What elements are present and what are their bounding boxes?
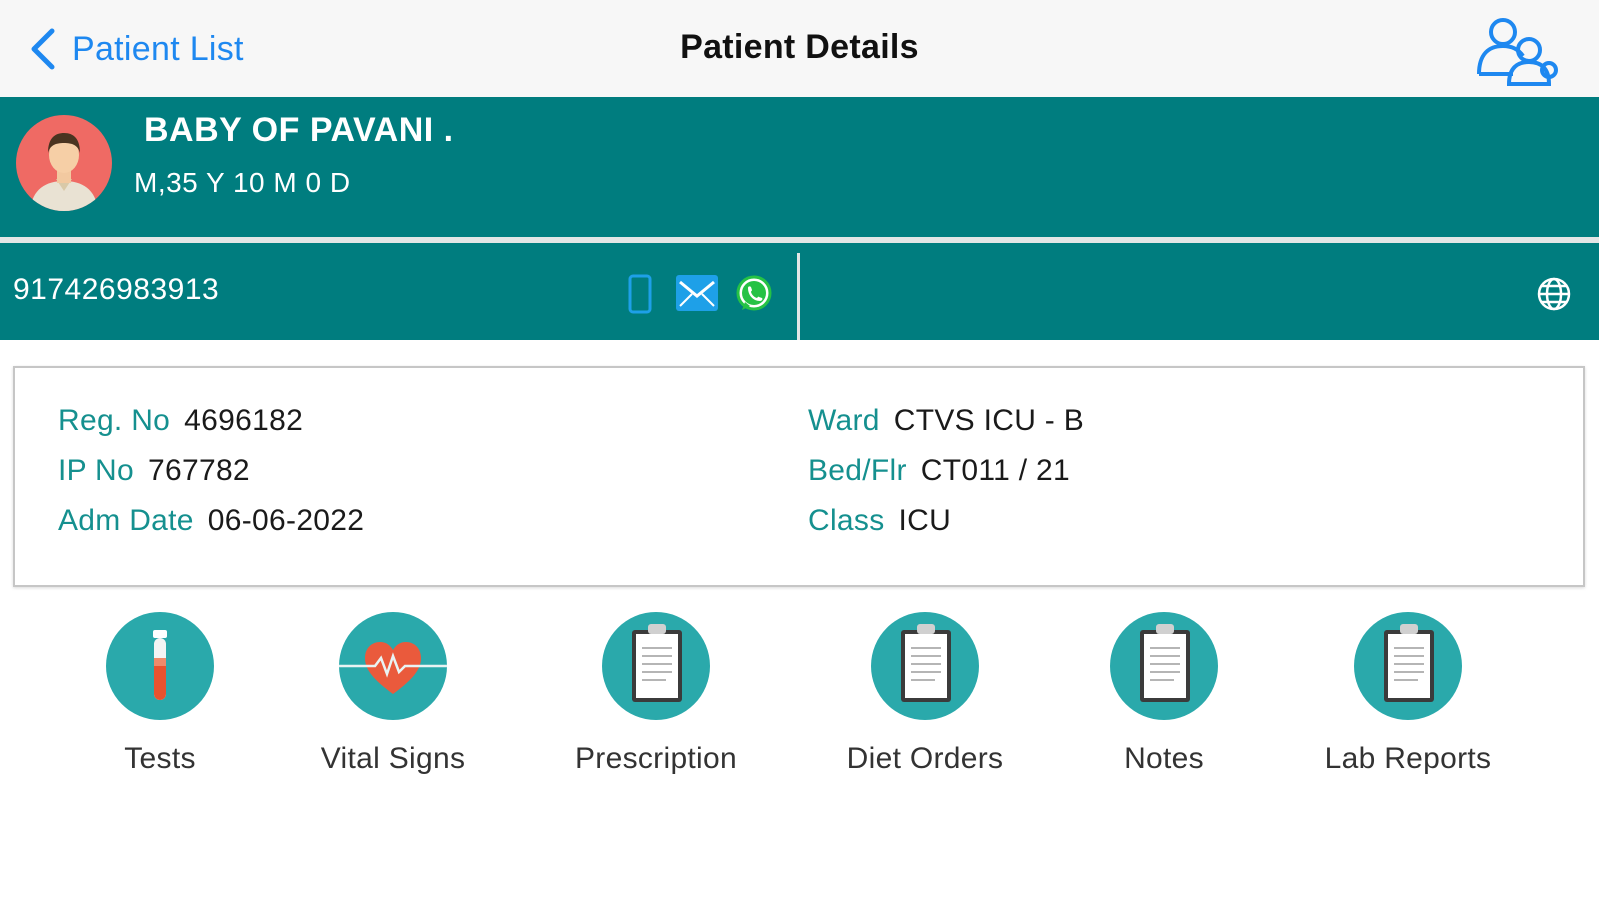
diet-orders-button[interactable]: Diet Orders <box>825 612 1025 776</box>
contact-divider <box>797 253 800 340</box>
patient-age-sex: M,35 Y 10 M 0 D <box>134 167 351 198</box>
patient-header: BABY OF PAVANI . M,35 Y 10 M 0 D <box>0 97 1599 237</box>
adm-date-row: Adm Date 06-06-2022 <box>58 504 364 538</box>
email-icon[interactable] <box>675 273 719 313</box>
tests-label: Tests <box>124 742 196 775</box>
diet-orders-label: Diet Orders <box>846 742 1004 775</box>
admission-info-card: Reg. No 4696182 IP No 767782 Adm Date 06-06… <box>13 366 1585 587</box>
globe-icon[interactable] <box>1536 276 1572 312</box>
vital-signs-button[interactable]: Vital Signs <box>293 612 493 776</box>
lab-reports-button[interactable]: Lab Reports <box>1308 612 1508 776</box>
reg-no-row: Reg. No 4696182 <box>58 404 303 438</box>
ip-no-value: 767782 <box>148 454 250 487</box>
clipboard-icon <box>602 612 710 720</box>
lab-reports-label: Lab Reports <box>1324 742 1492 775</box>
bed-row: Bed/Flr CT011 / 21 <box>808 454 1070 488</box>
clipboard-icon <box>1354 612 1462 720</box>
test-tube-icon <box>106 612 214 720</box>
users-icon[interactable] <box>1473 14 1559 86</box>
patient-name: BABY OF PAVANI . <box>144 111 454 149</box>
ward-value: CTVS ICU - B <box>893 404 1085 437</box>
contact-strip: 917426983913 <box>0 243 1599 340</box>
adm-date-label: Adm Date <box>58 504 194 537</box>
person-avatar-icon <box>30 133 98 211</box>
class-value: ICU <box>898 504 952 537</box>
tests-button[interactable]: Tests <box>60 612 260 776</box>
whatsapp-icon[interactable] <box>734 274 774 314</box>
ward-label: Ward <box>808 404 880 437</box>
class-label: Class <box>808 504 885 537</box>
mobile-icon[interactable] <box>627 274 653 314</box>
clipboard-icon <box>871 612 979 720</box>
prescription-label: Prescription <box>575 742 737 775</box>
patient-avatar <box>16 115 112 211</box>
clipboard-icon <box>1110 612 1218 720</box>
vital-signs-label: Vital Signs <box>320 742 466 775</box>
class-row: Class ICU <box>808 504 951 538</box>
nav-bar: Patient List Patient Details <box>0 0 1599 97</box>
phone-number: 917426983913 <box>13 273 220 306</box>
page-title: Patient Details <box>680 28 919 66</box>
notes-label: Notes <box>1124 742 1204 775</box>
ip-no-label: IP No <box>58 454 134 487</box>
ward-row: Ward CTVS ICU - B <box>808 404 1084 438</box>
adm-date-value: 06-06-2022 <box>207 504 365 537</box>
notes-button[interactable]: Notes <box>1064 612 1264 776</box>
reg-no-value: 4696182 <box>184 404 304 437</box>
bed-label: Bed/Flr <box>808 454 907 487</box>
prescription-button[interactable]: Prescription <box>556 612 756 776</box>
reg-no-label: Reg. No <box>58 404 171 437</box>
heart-pulse-icon <box>339 612 447 720</box>
bed-value: CT011 / 21 <box>920 454 1070 487</box>
ip-no-row: IP No 767782 <box>58 454 250 488</box>
